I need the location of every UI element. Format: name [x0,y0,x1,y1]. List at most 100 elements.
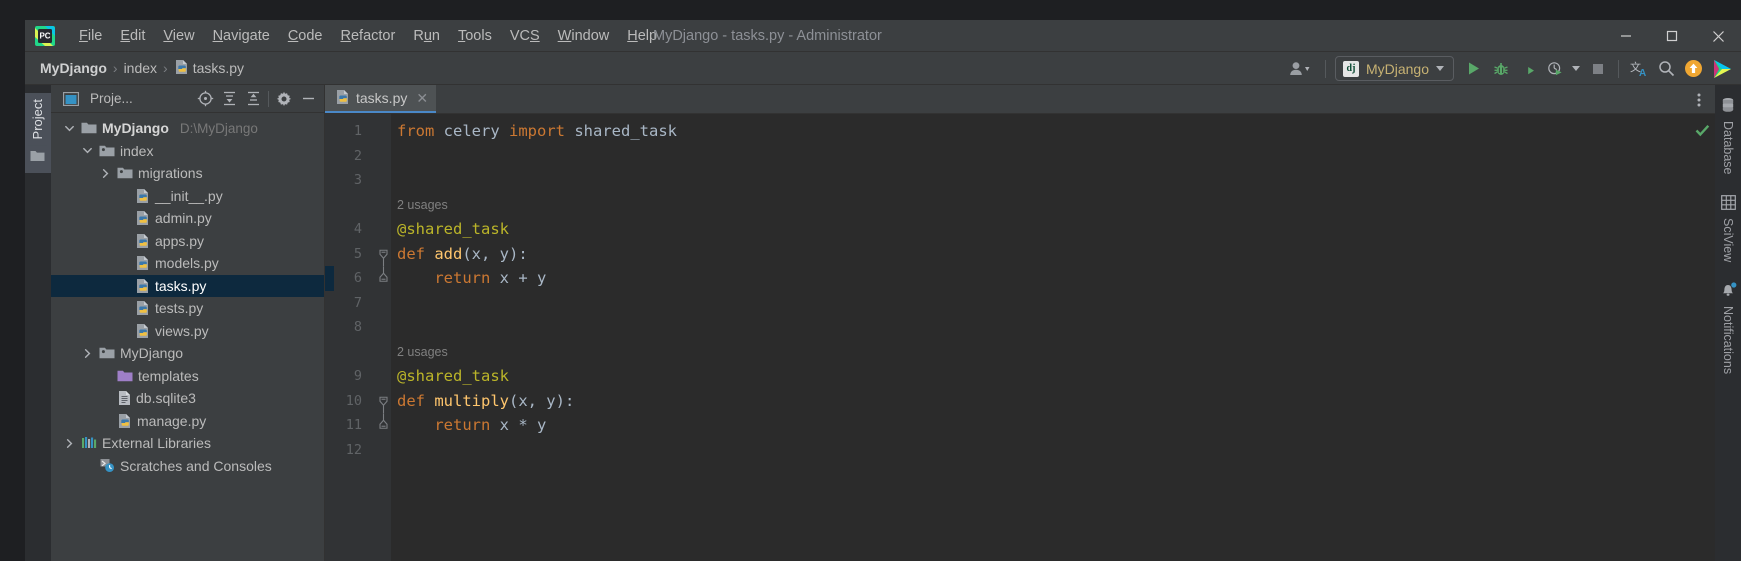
breadcrumb-item-index[interactable]: index [120,58,161,78]
tree-item-label: db.sqlite3 [136,390,196,407]
code-line[interactable]: def multiply(x, y): [397,389,574,414]
run-with-coverage-button[interactable] [1514,55,1541,82]
breadcrumb-item-file[interactable]: tasks.py [170,57,248,80]
code-line[interactable]: return x * y [397,413,546,438]
chevron-down-icon [1572,66,1580,71]
gear-icon[interactable] [272,88,296,110]
code-line[interactable]: @shared_task [397,364,509,389]
code-vision-usages-hint[interactable]: 2 usages [397,193,448,218]
user-account-icon[interactable] [1284,55,1318,82]
code-fold-end-icon[interactable] [378,266,389,300]
menu-item-code[interactable]: Code [279,24,332,48]
menu-item-refactor[interactable]: Refactor [332,24,405,48]
tool-window-button-sciview[interactable]: SciView [1715,191,1741,264]
window-frame-left [0,0,25,561]
minimize-button[interactable] [1603,20,1649,52]
toolbar-separator [1618,59,1619,78]
search-icon[interactable] [1653,55,1680,82]
close-icon[interactable]: ✕ [416,90,428,107]
menu-item-file[interactable]: File [70,24,111,48]
tree-item-tests-py[interactable]: tests.py [51,297,324,320]
minimize-panel-icon[interactable] [296,88,320,110]
line-number: 2 [353,147,362,164]
menu-item-edit[interactable]: Edit [111,24,154,48]
code-token-id: (x, y): [462,244,528,263]
tree-item-tasks-py[interactable]: tasks.py [51,274,324,297]
code-vision-usages-hint[interactable]: 2 usages [397,340,448,365]
pycharm-window: PC File Edit View Navigate Code Refactor… [0,0,1741,561]
window-title: MyDjango - tasks.py - Administrator [653,28,882,44]
tree-item-models-py[interactable]: models.py [51,252,324,275]
run-configuration-selector[interactable]: dj MyDjango [1334,56,1454,81]
vertical-dots-icon[interactable] [1689,85,1709,114]
code-fold-end-icon[interactable] [378,413,389,447]
line-number: 10 [345,392,362,409]
tree-item-mydjango[interactable]: MyDjango D:\MyDjango [51,117,324,140]
tree-item-mydjango[interactable]: MyDjango [51,342,324,365]
inspection-widget[interactable] [1692,114,1715,561]
tree-item--init-py[interactable]: __init__.py [51,185,324,208]
run-button[interactable] [1460,55,1487,82]
close-button[interactable] [1695,20,1741,52]
tree-item-label: views.py [155,322,209,339]
tool-window-button-project[interactable]: Project [24,93,51,174]
translate-icon[interactable]: 文 A [1626,55,1653,82]
project-tree[interactable]: MyDjango D:\MyDjango index migrations __init… [51,113,324,561]
menu-item-view[interactable]: View [154,24,203,48]
tree-item-index[interactable]: index [51,140,324,163]
update-arrow-icon[interactable] [1680,55,1707,82]
sidebar-item-label: Database [1721,121,1735,175]
profiler-dropdown[interactable] [1568,55,1584,82]
run-configuration-label: MyDjango [1365,60,1429,77]
stop-button[interactable] [1584,55,1611,82]
tool-window-button-notifications[interactable]: Notifications [1715,278,1741,376]
code-line[interactable]: return x + y [397,266,546,291]
tree-item-external-libraries[interactable]: External Libraries [51,432,324,455]
tree-item-manage-py[interactable]: manage.py [51,410,324,433]
expand-all-icon[interactable] [217,88,241,110]
tree-item-migrations[interactable]: migrations [51,162,324,185]
tree-item-templates[interactable]: templates [51,365,324,388]
tree-item-scratches-and-consoles[interactable]: Scratches and Consoles [51,455,324,478]
code-editor[interactable]: 1 2 3 4 5 6 7 8 9 10 11 12 from celery import share… [325,114,1715,561]
breadcrumb-label: index [123,60,158,76]
chevron-right-icon[interactable] [99,168,112,179]
editor-tab-tasks-py[interactable]: tasks.py ✕ [325,85,437,113]
module-folder-icon [99,144,115,158]
maximize-button[interactable] [1649,20,1695,52]
menu-item-window[interactable]: Window [549,24,619,48]
code-token-fn: add [434,244,463,263]
chevron-down-icon[interactable] [81,145,94,156]
menu-item-vcs[interactable]: VCS [501,24,549,48]
tree-item-apps-py[interactable]: apps.py [51,230,324,253]
chevron-down-icon [1436,66,1444,71]
line-number: 7 [353,294,362,311]
tree-item-db-sqlite3[interactable]: db.sqlite3 [51,387,324,410]
menu-item-tools[interactable]: Tools [449,24,501,48]
menu-item-run[interactable]: Run [404,24,449,48]
python-file-icon [135,300,150,316]
profiler-button[interactable] [1541,55,1568,82]
tree-item-admin-py[interactable]: admin.py [51,207,324,230]
tool-window-button-database[interactable]: Database [1715,93,1741,177]
code-line[interactable]: from celery import shared_task [397,119,677,144]
tree-item-views-py[interactable]: views.py [51,320,324,343]
editor-gutter[interactable]: 1 2 3 4 5 6 7 8 9 10 11 12 [325,114,391,561]
breadcrumb-item-project[interactable]: MyDjango [36,58,111,78]
tree-item-label: models.py [155,255,219,272]
chevron-right-icon[interactable] [81,348,94,359]
code-line[interactable]: @shared_task [397,217,509,242]
debug-button[interactable] [1487,55,1514,82]
python-file-icon [335,89,350,108]
folder-icon [30,149,45,167]
editor-code-column[interactable]: from celery import shared_task 2 usages @s… [391,114,1715,561]
ide-feature-trainer-icon[interactable] [1707,55,1737,82]
collapse-all-icon[interactable] [241,88,265,110]
no-problems-checkmark-icon [1695,124,1710,142]
menu-item-navigate[interactable]: Navigate [204,24,279,48]
select-opened-file-icon[interactable] [193,88,217,110]
chevron-right-icon[interactable] [63,438,76,449]
code-line[interactable]: def add(x, y): [397,242,528,267]
line-number: 12 [345,441,362,458]
chevron-down-icon[interactable] [63,123,76,134]
